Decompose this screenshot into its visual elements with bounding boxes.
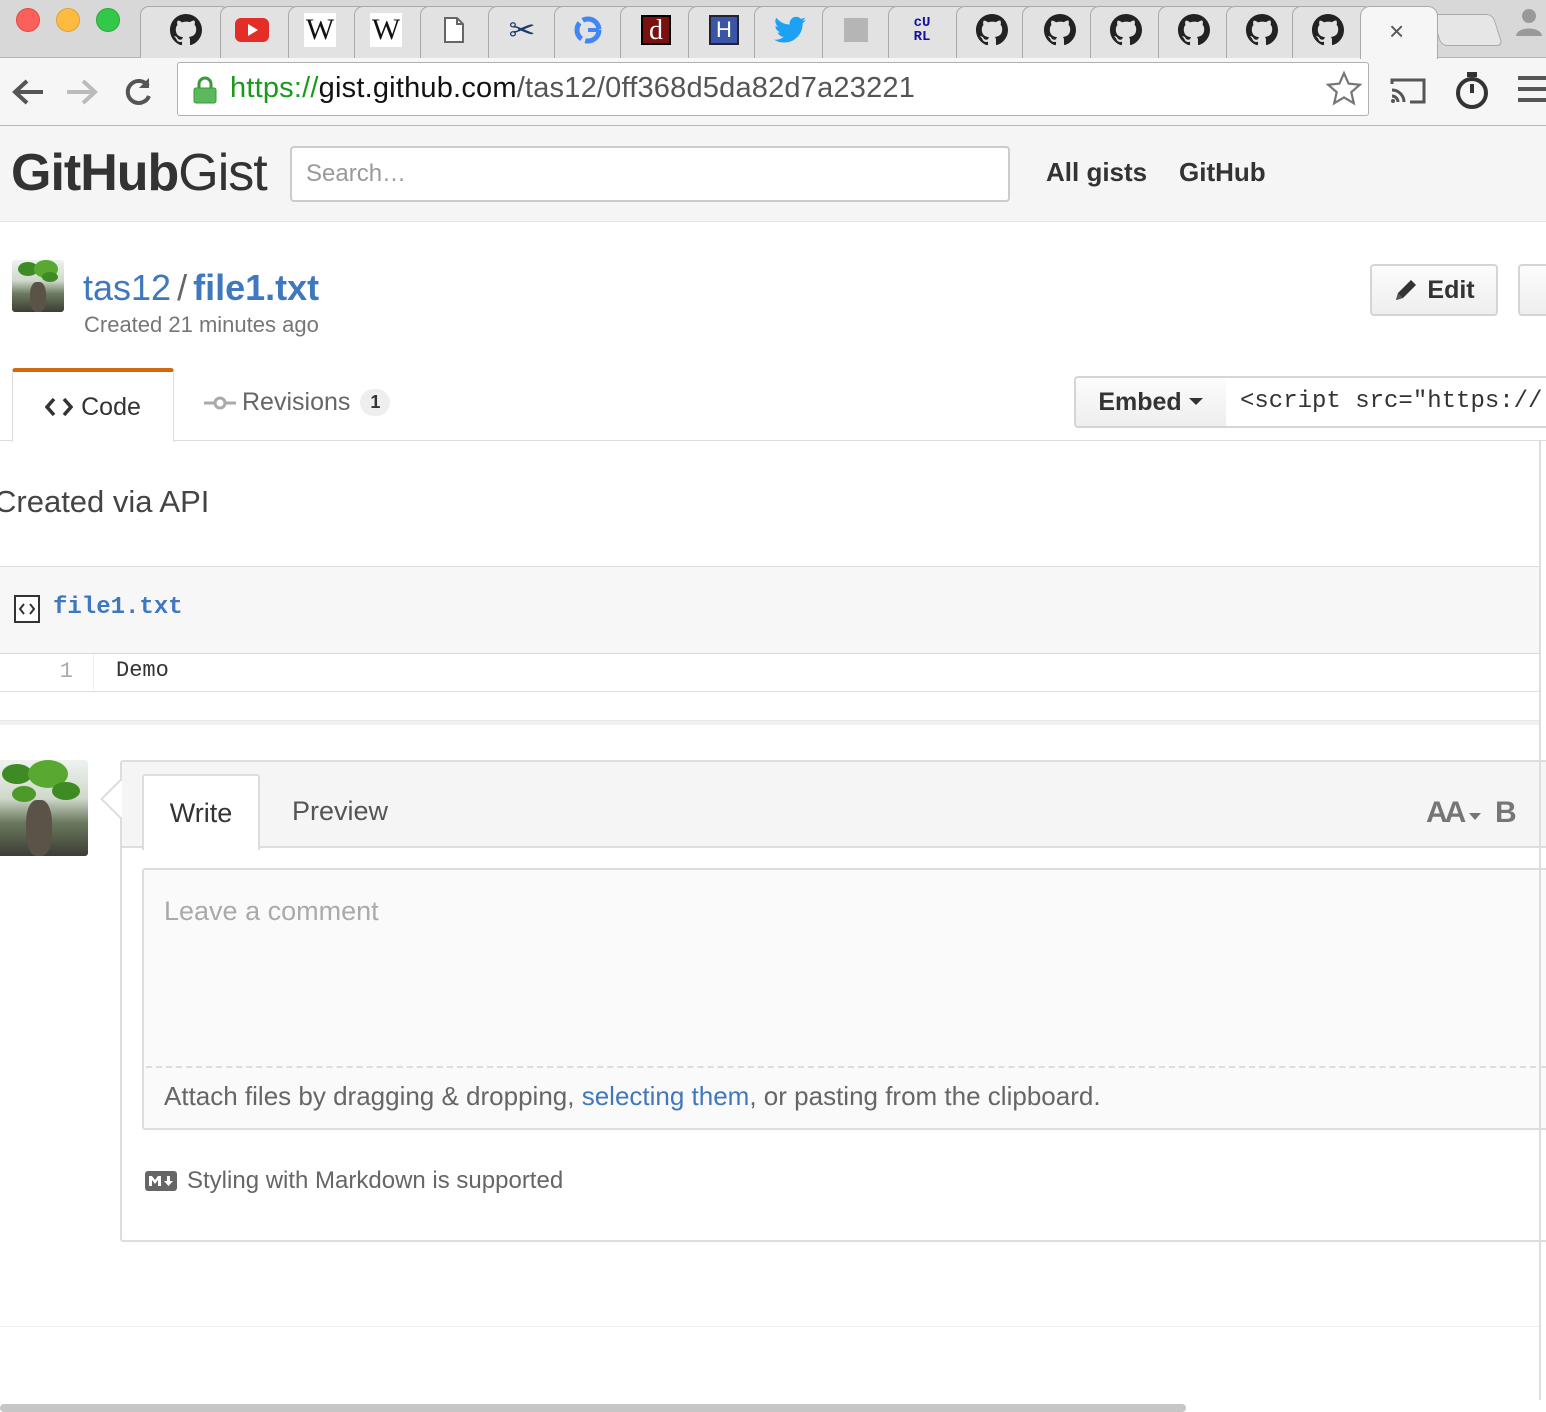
line-number[interactable]: 1 <box>0 654 94 690</box>
owner-avatar[interactable] <box>12 260 64 312</box>
tab-code-label: Code <box>81 392 141 421</box>
window-zoom-button[interactable] <box>96 8 120 32</box>
caret-down-icon <box>1188 398 1203 405</box>
logo-gist-text: Gist <box>178 144 267 202</box>
twitter-icon <box>756 6 824 54</box>
browser-tab-strip: W W ✂ d H cU RL × <box>0 0 1546 59</box>
owner-link[interactable]: tas12 <box>83 267 171 308</box>
tabnav-border <box>0 440 1546 441</box>
gist-filename-link[interactable]: file1.txt <box>193 267 319 308</box>
url-text[interactable]: https://gist.github.com/tas12/0ff368d5da… <box>230 72 915 105</box>
git-commit-icon <box>204 396 236 409</box>
new-tab-button[interactable] <box>1430 14 1504 46</box>
edit-button[interactable]: Edit <box>1370 264 1498 316</box>
grey-square-icon <box>822 6 890 54</box>
attach-suffix: , or pasting from the clipboard. <box>749 1081 1101 1111</box>
star-button[interactable] <box>1518 264 1546 316</box>
tab-preview[interactable]: Preview <box>292 796 388 827</box>
stopwatch-icon[interactable] <box>1452 70 1492 115</box>
github-icon <box>1026 6 1094 54</box>
embed-label: Embed <box>1098 387 1182 416</box>
logo-github-text: GitHub <box>11 144 179 202</box>
google-icon <box>554 6 622 54</box>
tab-code[interactable]: Code <box>12 368 174 442</box>
document-icon <box>420 6 488 54</box>
attach-prefix: Attach files by dragging & dropping, <box>164 1081 582 1111</box>
text-size-icon: AA <box>1426 796 1465 829</box>
gist-title: tas12/file1.txt <box>83 267 319 309</box>
tab-write[interactable]: Write <box>142 774 260 850</box>
code-line: Demo <box>116 658 169 683</box>
url-host: gist.github.com <box>318 72 517 104</box>
youtube-icon <box>218 6 286 54</box>
file-code-icon <box>14 595 40 628</box>
pencil-icon <box>1396 280 1417 300</box>
text-size-button[interactable]: AA <box>1426 796 1482 830</box>
cast-icon[interactable] <box>1388 76 1428 111</box>
drag-drop-divider <box>146 1066 1546 1068</box>
nav-all-gists[interactable]: All gists <box>1046 157 1147 188</box>
tab-revisions[interactable]: Revisions 1 <box>204 388 391 417</box>
profile-icon[interactable] <box>1512 4 1546 38</box>
file-name-link[interactable]: file1.txt <box>53 594 183 621</box>
arrow-left-icon <box>12 79 43 105</box>
wikipedia-icon: W <box>303 13 337 47</box>
reload-icon <box>125 78 151 105</box>
embed-code-field[interactable]: <script src="https:// <box>1226 376 1546 428</box>
xmind-icon: ✂ <box>508 12 536 48</box>
wikipedia-icon: W <box>369 13 403 47</box>
created-timestamp: Created 21 minutes ago <box>84 312 319 337</box>
curl-icon: cU RL <box>913 15 931 45</box>
markdown-note[interactable]: Styling with Markdown is supported <box>187 1167 563 1195</box>
github-icon <box>1294 6 1362 54</box>
github-icon <box>958 6 1026 54</box>
browser-menu-icon[interactable] <box>1518 74 1546 109</box>
github-icon <box>1228 6 1296 54</box>
code-icon <box>45 397 74 417</box>
tab-revisions-label: Revisions <box>242 388 351 416</box>
revisions-counter: 1 <box>360 389 391 416</box>
lock-icon <box>192 76 218 109</box>
forward-button[interactable] <box>62 72 102 112</box>
file-header <box>0 566 1540 654</box>
github-icon <box>1092 6 1160 54</box>
commenter-avatar[interactable] <box>0 760 88 856</box>
h-icon: H <box>690 6 758 54</box>
bookmark-star-icon[interactable] <box>1325 70 1363 113</box>
reload-button[interactable] <box>118 72 158 112</box>
content-edge <box>1539 440 1541 1400</box>
github-icon <box>152 6 220 54</box>
embed-dropdown-button[interactable]: Embed <box>1074 376 1228 428</box>
title-separator: / <box>177 267 188 308</box>
d-icon: d <box>622 6 690 54</box>
github-gist-logo[interactable]: GitHubGist <box>11 143 268 203</box>
search-input[interactable] <box>290 146 1010 202</box>
window-minimize-button[interactable] <box>56 8 80 32</box>
section-divider <box>0 720 1540 725</box>
nav-github[interactable]: GitHub <box>1179 157 1266 188</box>
footer-divider <box>0 1326 1540 1327</box>
attach-files-hint: Attach files by dragging & dropping, sel… <box>164 1081 1101 1112</box>
gist-description: Created via API <box>0 484 210 519</box>
bold-button[interactable]: B <box>1495 796 1517 830</box>
github-icon <box>1160 6 1228 54</box>
url-path: /tas12/0ff368d5da82d7a23221 <box>516 72 916 104</box>
horizontal-scrollbar[interactable] <box>0 1404 1186 1412</box>
markdown-icon <box>145 1171 177 1196</box>
close-tab-icon[interactable]: × <box>1389 16 1404 47</box>
arrow-right-icon <box>67 79 98 105</box>
caret-down-icon <box>1468 813 1481 820</box>
url-scheme: https:// <box>230 72 319 104</box>
select-files-link[interactable]: selecting them <box>582 1081 750 1111</box>
edit-label: Edit <box>1427 275 1475 304</box>
comment-placeholder: Leave a comment <box>164 896 379 926</box>
window-close-button[interactable] <box>16 8 40 32</box>
back-button[interactable] <box>8 72 48 112</box>
